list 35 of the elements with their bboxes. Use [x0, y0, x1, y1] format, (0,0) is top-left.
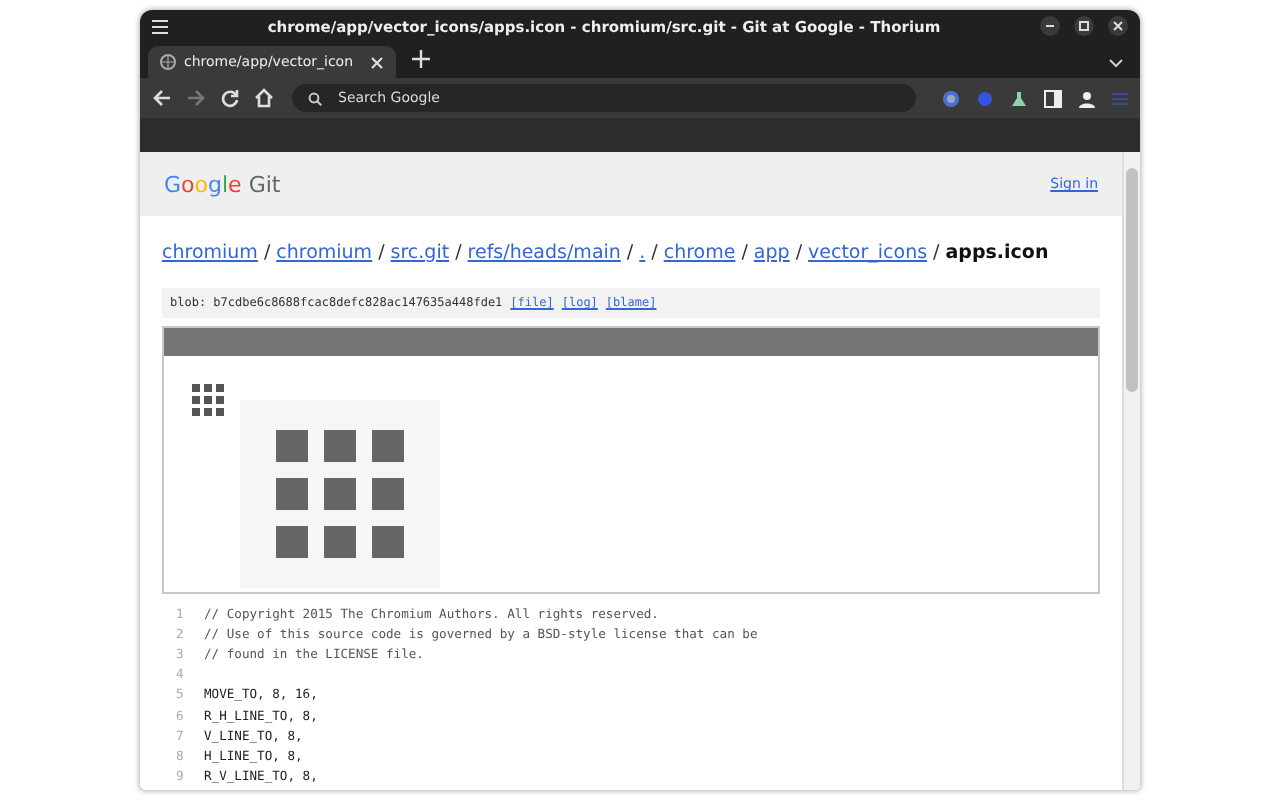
breadcrumb-separator: /	[651, 241, 658, 263]
profile-icon[interactable]	[1078, 89, 1096, 107]
breadcrumb-separator: /	[933, 241, 940, 263]
search-icon	[308, 91, 322, 105]
back-arrow-icon[interactable]	[152, 88, 172, 108]
breadcrumb-link[interactable]: vector_icons	[808, 241, 928, 263]
google-git-logo[interactable]: Google Git	[164, 171, 281, 197]
minimize-icon[interactable]	[1040, 16, 1060, 36]
breadcrumb-link[interactable]: chromium	[276, 241, 373, 263]
grid-icon	[276, 430, 404, 558]
maximize-icon[interactable]	[1074, 16, 1094, 36]
breadcrumb-link[interactable]: chrome	[663, 241, 736, 263]
breadcrumb-separator: /	[263, 241, 271, 263]
file-name: apps.icon	[945, 241, 1049, 263]
close-icon[interactable]	[370, 55, 384, 69]
breadcrumb-link[interactable]: refs/heads/main	[467, 241, 621, 263]
breadcrumb-link[interactable]: app	[753, 241, 790, 263]
globe-icon	[160, 54, 176, 70]
grid-icon	[192, 384, 224, 416]
breadcrumb-separator: /	[795, 241, 803, 263]
flask-icon[interactable]	[1010, 89, 1028, 107]
close-icon[interactable]	[1108, 16, 1128, 36]
sidebar-icon[interactable]	[1044, 89, 1062, 107]
breadcrumb-link[interactable]: chromium	[162, 241, 258, 263]
chevron-down-icon[interactable]	[1108, 58, 1124, 68]
breadcrumb-separator: /	[378, 241, 385, 263]
reload-icon[interactable]	[220, 88, 240, 108]
plus-icon[interactable]	[412, 50, 430, 68]
home-icon[interactable]	[254, 88, 274, 108]
breadcrumb-separator: /	[626, 241, 634, 263]
breadcrumb-link[interactable]: src.git	[390, 241, 450, 263]
breadcrumb-separator: /	[741, 241, 748, 263]
scrollbar[interactable]	[1122, 152, 1140, 790]
breadcrumb-separator: /	[455, 241, 462, 263]
breadcrumb-link[interactable]: .	[639, 241, 646, 263]
